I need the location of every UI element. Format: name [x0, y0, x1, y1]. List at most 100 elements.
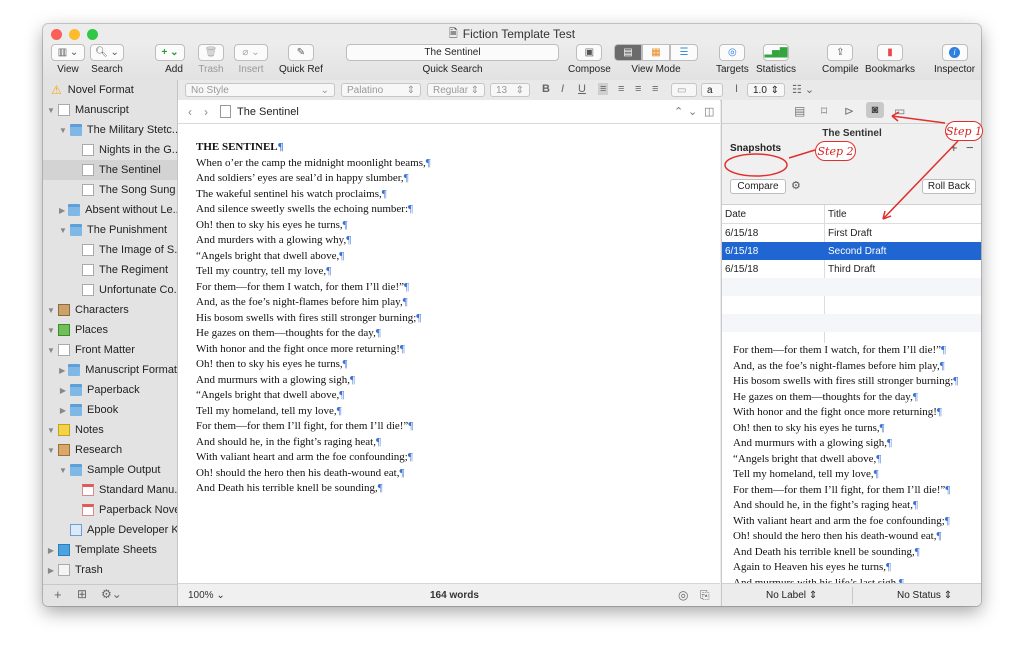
- binder-item[interactable]: ▼ The Punishment: [43, 220, 177, 240]
- binder-item[interactable]: ▶ Template Sheets: [43, 540, 177, 560]
- editor-text[interactable]: THE SENTINEL¶ When o’er the camp the mid…: [196, 140, 431, 497]
- disclosure-closed-icon[interactable]: ▶: [59, 406, 67, 415]
- quick-search-control[interactable]: The Sentinel Quick Search: [346, 44, 559, 75]
- disclosure-closed-icon[interactable]: ▶: [59, 366, 65, 375]
- binder-item[interactable]: ▼ Characters: [43, 300, 177, 320]
- view-control[interactable]: ▥ ⌄ View: [51, 44, 85, 75]
- chevron-up-icon[interactable]: ⌃: [674, 105, 683, 118]
- binder-item[interactable]: ▼ Manuscript: [43, 100, 177, 120]
- add-icon[interactable]: + ⌄: [155, 44, 185, 61]
- title-column-header[interactable]: Title: [828, 209, 847, 220]
- binder-item[interactable]: ▼ Research: [43, 440, 177, 460]
- split-editor-icon[interactable]: ◫: [704, 105, 714, 118]
- table-row[interactable]: 6/15/18 Third Draft: [722, 260, 981, 278]
- disclosure-open-icon[interactable]: ▼: [59, 226, 67, 235]
- disclosure-open-icon[interactable]: ▼: [47, 306, 55, 315]
- compare-button[interactable]: Compare: [730, 179, 786, 194]
- align-left-icon[interactable]: ≡: [598, 83, 609, 95]
- binder-item[interactable]: ▶ Paperback: [43, 380, 177, 400]
- binder-item[interactable]: ▶ Manuscript Format: [43, 360, 177, 380]
- binder-item[interactable]: Paperback Novel: [43, 500, 177, 520]
- minimize-window-button[interactable]: [69, 29, 80, 40]
- zoom-window-button[interactable]: [87, 29, 98, 40]
- binder-item[interactable]: Unfortunate Co...: [43, 280, 177, 300]
- disclosure-open-icon[interactable]: ▼: [47, 446, 55, 455]
- metadata-tab-icon[interactable]: ⊳: [844, 104, 854, 118]
- text-color-select[interactable]: a: [701, 83, 723, 97]
- label-select[interactable]: No Label ⇕: [766, 590, 817, 601]
- disclosure-open-icon[interactable]: ▼: [47, 426, 55, 435]
- roll-back-button[interactable]: Roll Back: [922, 179, 976, 194]
- disclosure-open-icon[interactable]: ▼: [47, 326, 55, 335]
- inspector-icon[interactable]: i: [941, 44, 968, 61]
- notes-tab-icon[interactable]: ▤: [794, 104, 805, 118]
- statistics-control[interactable]: ▂▅▇ Statistics: [756, 44, 796, 75]
- gear-icon[interactable]: ⚙: [791, 179, 801, 192]
- compose-icon[interactable]: ▣: [576, 44, 603, 61]
- disclosure-open-icon[interactable]: ▼: [59, 466, 67, 475]
- disclosure-open-icon[interactable]: ▼: [47, 106, 55, 115]
- add-snapshot-icon[interactable]: +: [950, 140, 958, 155]
- chevron-down-icon[interactable]: ⌄: [688, 105, 697, 118]
- underline-button[interactable]: U: [578, 83, 586, 95]
- table-row-selected[interactable]: 6/15/18 Second Draft: [722, 242, 981, 260]
- table-row[interactable]: 6/15/18 First Draft: [722, 224, 981, 242]
- quick-search-field[interactable]: The Sentinel: [346, 44, 559, 61]
- gear-icon[interactable]: ⚙⌄: [101, 587, 122, 601]
- binder-item[interactable]: ▶ Absent without Le...: [43, 200, 177, 220]
- highlight-color-select[interactable]: ▭: [671, 83, 697, 97]
- line-spacing-select[interactable]: 1.0 ⇕: [747, 83, 785, 97]
- target-icon[interactable]: ◎: [678, 588, 688, 602]
- view-mode-control[interactable]: ▤ ▦ ☰ View Mode: [614, 44, 698, 75]
- align-right-icon[interactable]: ≡: [635, 83, 641, 95]
- paperclip-icon[interactable]: ⌀ ⌄: [234, 44, 268, 61]
- targets-control[interactable]: ◎ Targets: [716, 44, 749, 75]
- snapshots-tab-icon[interactable]: ◙: [866, 102, 884, 118]
- scrivenings-mode-icon[interactable]: ▤: [614, 44, 642, 61]
- disclosure-open-icon[interactable]: ▼: [59, 126, 67, 135]
- binder-item[interactable]: ▼ Notes: [43, 420, 177, 440]
- zoom-select[interactable]: 100% ⌄: [188, 590, 225, 601]
- binder-item[interactable]: The Regiment: [43, 260, 177, 280]
- list-icon[interactable]: ☷ ⌄: [792, 83, 814, 96]
- disclosure-open-icon[interactable]: ▼: [47, 346, 55, 355]
- search-control[interactable]: 🔍︎ ⌄ Search: [90, 44, 124, 75]
- quick-ref-icon[interactable]: ✎: [287, 44, 314, 61]
- bookmarks-tab-icon[interactable]: ⌑: [821, 104, 827, 118]
- search-icon[interactable]: 🔍︎ ⌄: [90, 44, 124, 61]
- weight-select[interactable]: Regular ⇕: [427, 83, 485, 97]
- binder-item[interactable]: ▼ The Military Stetc...: [43, 120, 177, 140]
- binder-item-selected[interactable]: The Sentinel: [43, 160, 177, 180]
- compile-control[interactable]: ⇪ Compile: [822, 44, 859, 75]
- binder-item[interactable]: ▶ Ebook: [43, 400, 177, 420]
- comments-tab-icon[interactable]: ▭: [894, 104, 905, 118]
- statistics-icon[interactable]: ▂▅▇: [763, 44, 789, 61]
- binder-item[interactable]: ▶ Trash: [43, 560, 177, 580]
- inspector-control[interactable]: i Inspector: [934, 44, 975, 75]
- bookmark-icon[interactable]: ▮: [877, 44, 903, 61]
- view-icon[interactable]: ▥ ⌄: [51, 44, 85, 61]
- binder-item[interactable]: The Song Sung: [43, 180, 177, 200]
- date-column-header[interactable]: Date: [725, 209, 746, 220]
- font-size-select[interactable]: 13 ⇕: [490, 83, 530, 97]
- corkboard-mode-icon[interactable]: ▦: [642, 44, 670, 61]
- quick-ref-control[interactable]: ✎ Quick Ref: [279, 44, 323, 75]
- compile-icon[interactable]: ⇪: [827, 44, 854, 61]
- remove-snapshot-icon[interactable]: −: [966, 140, 974, 155]
- bookmarks-control[interactable]: ▮ Bookmarks: [865, 44, 915, 75]
- disclosure-closed-icon[interactable]: ▶: [59, 206, 65, 215]
- disclosure-closed-icon[interactable]: ▶: [47, 546, 55, 555]
- status-select[interactable]: No Status ⇕: [897, 590, 952, 601]
- font-select[interactable]: Palatino ⇕: [341, 83, 421, 97]
- add-folder-icon[interactable]: ⊞: [77, 587, 87, 601]
- binder-item[interactable]: Standard Manu...: [43, 480, 177, 500]
- document-target-icon[interactable]: ⎘: [700, 588, 710, 603]
- binder-item[interactable]: ▼ Sample Output: [43, 460, 177, 480]
- insert-control[interactable]: ⌀ ⌄ Insert: [234, 44, 268, 75]
- disclosure-closed-icon[interactable]: ▶: [59, 386, 67, 395]
- binder-item[interactable]: Apple Developer K...: [43, 520, 177, 540]
- align-center-icon[interactable]: ≡: [618, 83, 624, 95]
- trash-control[interactable]: 🗑︎ Trash: [198, 44, 224, 75]
- binder-item[interactable]: ⚠ Novel Format: [43, 80, 177, 100]
- justify-icon[interactable]: ≡: [652, 83, 658, 95]
